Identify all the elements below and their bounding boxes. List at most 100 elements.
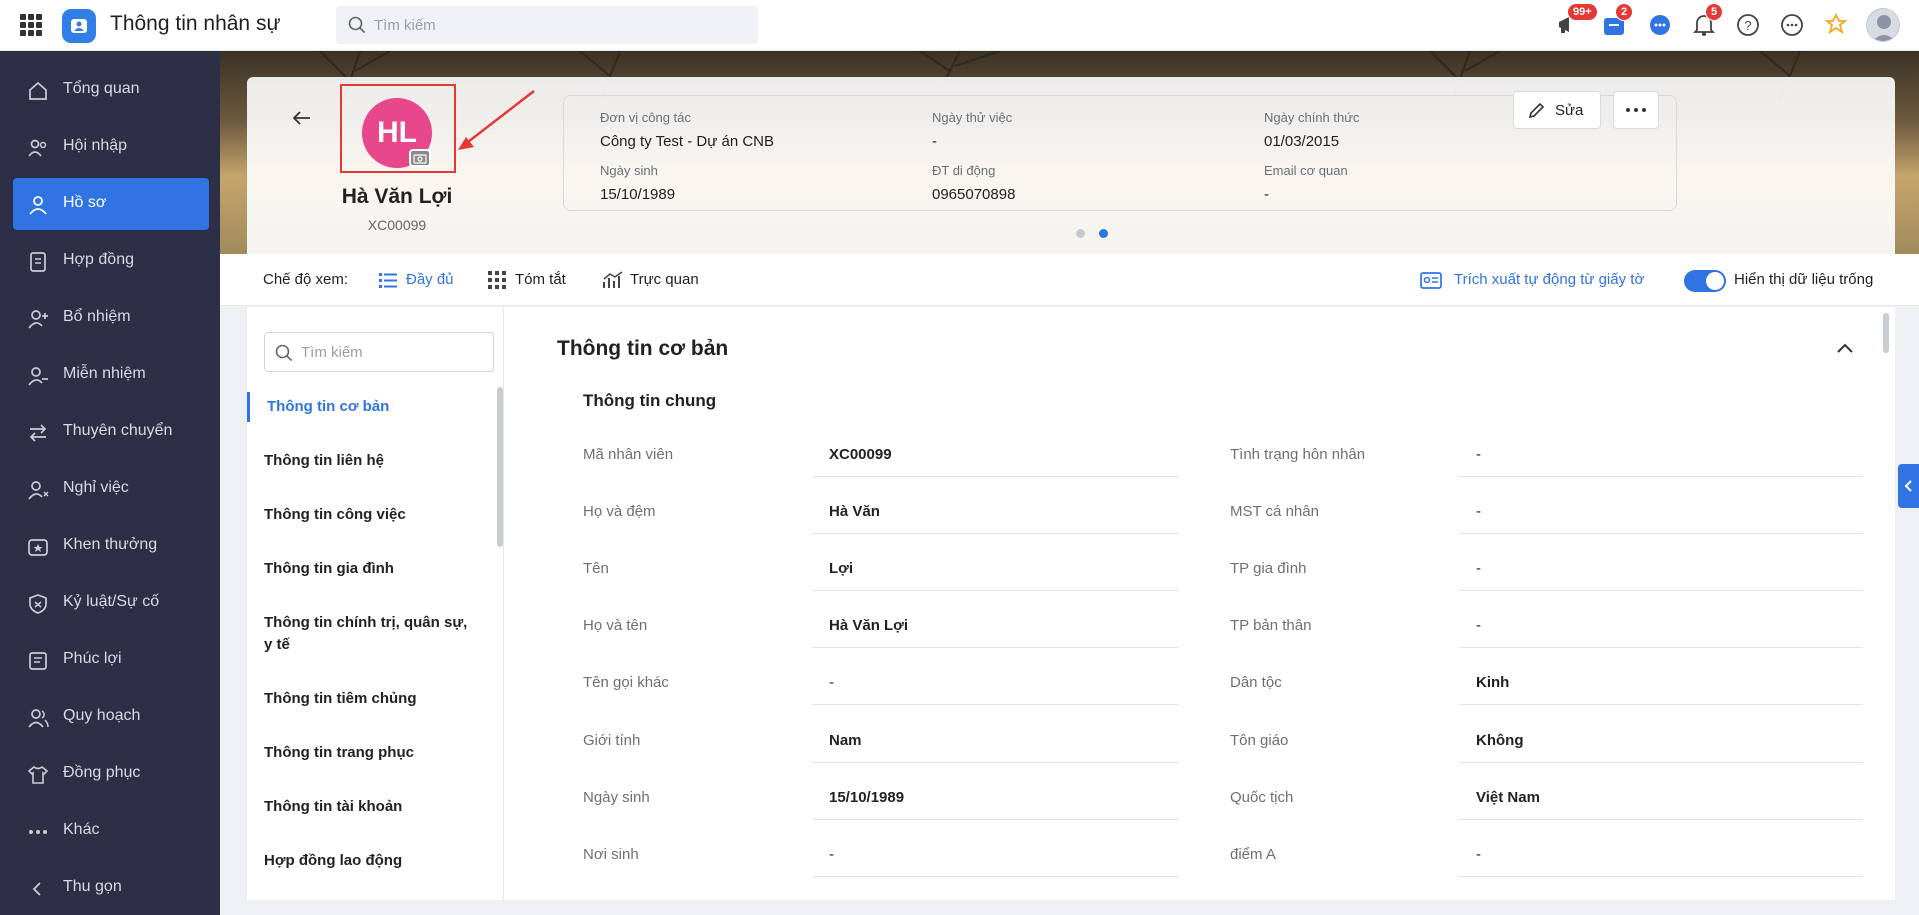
sidebar-item-label: Khác [63,821,100,838]
sidebar: Tổng quan Hội nhập Hồ sơ Hợp đồng Bổ nhi… [0,51,220,915]
detail-scrollbar[interactable] [1883,313,1889,353]
sidebar-item-label: Hồ sơ [63,194,107,211]
nav-item-thong-tin-lien-he[interactable]: Thông tin liên hệ [264,450,474,472]
info-key: Ngày chính thức [1264,110,1360,125]
announcement-icon[interactable]: 99+ [1555,3,1598,38]
field-value-ngay-sinh: 15/10/1989 [812,778,1179,820]
sidebar-item-phuc-loi[interactable]: Phúc lợi [13,634,209,686]
nav-item-thong-tin-co-ban[interactable]: Thông tin cơ bản [267,396,477,418]
sidebar-item-quy-hoach[interactable]: Quy hoạch [13,691,209,743]
ellipsis-icon [1626,108,1646,112]
field-label: Nơi sinh [583,846,639,863]
sidebar-collapse[interactable]: Thu gọn [13,862,209,914]
nav-item-thong-tin-trang-phuc[interactable]: Thông tin trang phục [264,742,474,764]
view-summary[interactable]: Tóm tắt [515,271,566,288]
help-icon[interactable]: ? [1735,12,1761,38]
carousel-dot-active[interactable] [1099,229,1108,238]
user-leave-icon [28,481,49,500]
field-value-noi-sinh: - [812,835,1179,877]
nav-item-thong-tin-cong-viec[interactable]: Thông tin công việc [264,504,474,526]
nav-item-thong-tin-chinh-tri[interactable]: Thông tin chính trị, quân sự, y tế [264,612,474,656]
edit-button[interactable]: Sửa [1513,91,1601,129]
more-actions-button[interactable] [1613,91,1659,129]
store-icon[interactable]: 2 [1601,3,1634,38]
back-arrow-icon[interactable] [291,107,313,129]
sidebar-item-ky-luat[interactable]: Kỷ luật/Sự cố [13,577,209,629]
sidebar-item-hop-dong[interactable]: Hợp đồng [13,235,209,287]
more-apps-icon[interactable] [1779,12,1805,38]
profile-banner: HL Hà Văn Lợi XC00099 Đơn vị công tác Cô… [220,51,1919,254]
field-label: Quốc tịch [1230,789,1294,806]
carousel-dot[interactable] [1076,229,1085,238]
main-area: HL Hà Văn Lợi XC00099 Đơn vị công tác Cô… [220,51,1919,915]
search-icon [275,344,293,362]
section-title: Thông tin cơ bản [557,337,729,360]
show-empty-toggle[interactable] [1684,270,1726,292]
sidebar-item-khen-thuong[interactable]: Khen thưởng [13,520,209,572]
sidebar-item-ho-so[interactable]: Hồ sơ [13,178,209,230]
field-value-tp-ban-than: - [1459,606,1863,648]
field-value-gioi-tinh: Nam [812,721,1179,763]
app-launcher-icon[interactable] [20,14,42,36]
profile-name: Hà Văn Lợi [341,185,453,208]
chevron-up-icon[interactable] [1835,341,1855,355]
bell-icon[interactable]: 5 [1691,3,1724,38]
sidebar-item-khac[interactable]: Khác [13,805,209,857]
annotation-arrow-icon [458,90,535,150]
nav-active-indicator [247,392,250,422]
sidebar-item-mien-nhiem[interactable]: Miễn nhiệm [13,349,209,401]
extract-link[interactable]: Trích xuất tự động từ giấy tờ [1454,271,1644,288]
profile-info-box: Đơn vị công tác Công ty Test - Dự án CNB… [563,95,1677,211]
chart-icon [603,271,623,288]
field-value-tp-gia-dinh: - [1459,549,1863,591]
field-label: Dân tộc [1230,674,1282,691]
global-search-input[interactable] [374,6,744,44]
section-nav: Thông tin cơ bản Thông tin liên hệ Thông… [247,307,504,900]
detail-panel: Thông tin cơ bản Thông tin chung Mã nhân… [505,307,1895,900]
sidebar-item-label: Kỷ luật/Sự cố [63,593,160,610]
sidebar-item-tong-quan[interactable]: Tổng quan [13,64,209,116]
search-icon [348,16,366,34]
field-label: MST cá nhân [1230,503,1319,520]
sidebar-item-label: Miễn nhiệm [63,365,146,382]
field-value-mst-ca-nhan: - [1459,492,1863,534]
nav-item-thong-tin-tai-khoan[interactable]: Thông tin tài khoản [264,796,474,818]
info-value: 01/03/2015 [1264,133,1340,150]
global-search[interactable] [336,6,758,44]
field-label: Họ và tên [583,617,648,634]
sidebar-item-hoi-nhap[interactable]: Hội nhập [13,121,209,173]
field-label: Tên gọi khác [583,674,669,691]
side-panel-toggle[interactable] [1898,464,1919,508]
sidebar-item-nghi-viec[interactable]: Nghỉ việc [13,463,209,515]
gift-icon[interactable] [1823,12,1849,38]
shirt-icon [27,765,49,784]
home-icon [29,81,47,100]
field-label: TP bản thân [1230,617,1312,634]
sidebar-item-dong-phuc[interactable]: Đồng phục [13,748,209,800]
store-badge: 2 [1615,3,1634,21]
field-label: Họ và đệm [583,503,656,520]
field-label: Mã nhân viên [583,446,674,463]
user-avatar[interactable] [1866,8,1900,42]
nav-search[interactable] [264,332,494,372]
nav-item-thong-tin-tiem-chung[interactable]: Thông tin tiêm chủng [264,688,474,710]
shield-icon [29,594,47,614]
view-mode-label: Chế độ xem: [263,271,349,288]
nav-scrollbar[interactable] [497,387,503,547]
chevron-left-icon [1904,480,1912,492]
field-label: điểm A [1230,846,1276,863]
info-value: 15/10/1989 [600,186,676,203]
sidebar-item-bo-nhiem[interactable]: Bổ nhiệm [13,292,209,344]
top-bar: Thông tin nhân sự 99+ 2 5 ? [0,0,1919,51]
view-full[interactable]: Đầy đủ [406,271,454,288]
chat-icon[interactable] [1647,12,1673,38]
field-value-dan-toc: Kinh [1459,663,1863,705]
view-visual[interactable]: Trực quan [630,271,699,288]
sidebar-item-thuyen-chuyen[interactable]: Thuyên chuyển [13,406,209,458]
nav-item-thong-tin-gia-dinh[interactable]: Thông tin gia đình [264,558,474,580]
nav-item-hop-dong-lao-dong[interactable]: Hợp đồng lao động [264,850,474,872]
info-cell: Ngày sinh 15/10/1989 [600,163,675,203]
announcement-badge: 99+ [1567,3,1598,21]
nav-search-input[interactable] [301,333,486,371]
info-key: Ngày thử việc [932,110,1013,125]
